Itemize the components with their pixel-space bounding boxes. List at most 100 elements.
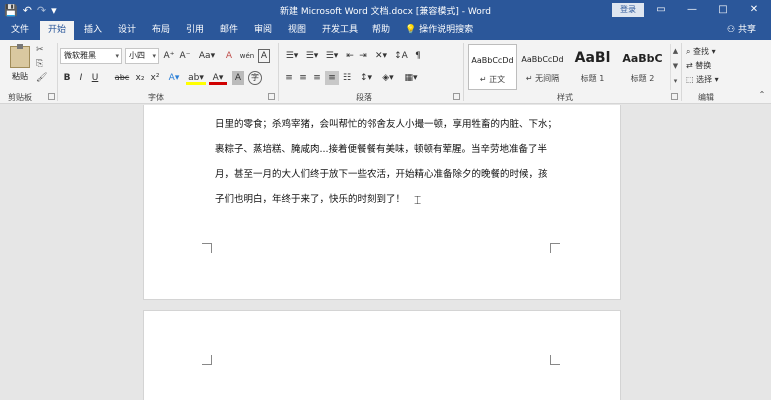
chevron-down-icon: ▾ — [152, 52, 156, 60]
phonetic-guide-button[interactable]: wén — [238, 49, 256, 63]
font-color-button[interactable]: A▾ — [209, 71, 227, 85]
distributed-button[interactable]: ☷ — [341, 71, 353, 85]
tab-design[interactable]: 设计 — [112, 21, 142, 40]
align-left-button[interactable]: ≡ — [283, 71, 295, 85]
ribbon-tabs: 文件 开始 插入 设计 布局 引用 邮件 审阅 视图 开发工具 帮助 💡 操作说… — [0, 21, 771, 40]
font-name-dropdown[interactable]: 微软雅黑 ▾ — [60, 48, 122, 64]
bullets-button[interactable]: ☰▾ — [283, 49, 301, 63]
style-name: ↵ 正文 — [479, 75, 506, 84]
style-normal[interactable]: AaBbCcDd ↵ 正文 — [468, 44, 517, 90]
subscript-button[interactable]: x₂ — [133, 71, 147, 85]
borders-button[interactable]: ▦▾ — [401, 71, 421, 85]
document-line: 月，甚至一月的大人们终于放下一些农活，开始精心准备除夕的晚餐的时候，孩 — [215, 169, 548, 180]
sort-button[interactable]: ↕A — [393, 49, 409, 63]
tab-insert[interactable]: 插入 — [78, 21, 108, 40]
clipboard-launcher-icon[interactable] — [48, 93, 55, 100]
share-button[interactable]: ⚇ 共享 — [727, 21, 756, 40]
minimize-icon[interactable]: — — [686, 2, 698, 18]
person-icon: ⚇ — [727, 25, 738, 35]
tab-file[interactable]: 文件 — [4, 21, 36, 40]
style-heading-2[interactable]: AaBbC 标题 2 — [618, 44, 667, 90]
tab-view[interactable]: 视图 — [282, 21, 312, 40]
styles-launcher-icon[interactable] — [671, 93, 678, 100]
change-case-button[interactable]: Aa▾ — [196, 49, 218, 63]
group-divider — [57, 43, 58, 101]
margin-corner-mark — [550, 355, 560, 365]
tab-help[interactable]: 帮助 — [366, 21, 396, 40]
tab-mailings[interactable]: 邮件 — [214, 21, 244, 40]
clipboard-group-label: 剪贴板 — [8, 93, 32, 102]
margin-corner-mark — [202, 355, 212, 365]
style-heading-1[interactable]: AaBl 标题 1 — [568, 44, 617, 90]
style-sample: AaBl — [574, 50, 611, 66]
select-button[interactable]: ⬚ 选择 ▾ — [686, 73, 719, 86]
font-launcher-icon[interactable] — [268, 93, 275, 100]
font-size-dropdown[interactable]: 小四 ▾ — [125, 48, 159, 64]
document-canvas[interactable]: 日里的零食；杀鸡宰猪，会叫帮忙的邻舍友人小撮一顿，享用牲畜的内脏、下水； 裹粽子… — [0, 105, 771, 400]
style-name: 标题 2 — [630, 74, 655, 83]
line-spacing-button[interactable]: ↕▾ — [357, 71, 375, 85]
align-center-button[interactable]: ≡ — [297, 71, 309, 85]
scroll-up-icon[interactable]: ▲ — [671, 44, 680, 59]
group-divider — [278, 43, 279, 101]
style-no-spacing[interactable]: AaBbCcDd ↵ 无间隔 — [518, 44, 567, 90]
font-size-value: 小四 — [129, 51, 145, 60]
ribbon-display-icon[interactable]: ▭ — [655, 2, 667, 18]
group-divider — [463, 43, 464, 101]
style-name: ↵ 无间隔 — [525, 74, 560, 83]
more-styles-icon[interactable]: ▾ — [671, 74, 680, 89]
document-line: 日里的零食；杀鸡宰猪，会叫帮忙的邻舍友人小撮一顿，享用牲畜的内脏、下水； — [215, 119, 558, 130]
character-shading-button[interactable]: A — [232, 71, 244, 85]
tab-developer[interactable]: 开发工具 — [318, 21, 362, 40]
increase-indent-button[interactable]: ⇥ — [357, 49, 369, 63]
editing-group-label: 编辑 — [698, 93, 714, 102]
show-marks-button[interactable]: ¶ — [412, 49, 424, 63]
italic-button[interactable]: I — [75, 71, 87, 85]
numbering-button[interactable]: ☰▾ — [303, 49, 321, 63]
paste-label: 粘贴 — [12, 72, 28, 81]
lightbulb-icon: 💡 — [405, 25, 420, 35]
collapse-ribbon-icon[interactable]: ⌃ — [757, 88, 767, 102]
underline-button[interactable]: U — [89, 71, 101, 85]
window-controls: ▭ — □ ✕ — [655, 2, 760, 18]
shrink-font-button[interactable]: A⁻ — [178, 49, 192, 63]
maximize-icon[interactable]: □ — [717, 2, 729, 18]
replace-button[interactable]: ⇄ 替换 — [686, 59, 711, 72]
paragraph-group-label: 段落 — [356, 93, 372, 102]
superscript-button[interactable]: x² — [148, 71, 162, 85]
multilevel-list-button[interactable]: ☰▾ — [323, 49, 341, 63]
chinese-layout-button[interactable]: ✕▾ — [372, 49, 390, 63]
character-border-button[interactable]: A — [258, 49, 270, 63]
tab-layout[interactable]: 布局 — [146, 21, 176, 40]
tab-review[interactable]: 审阅 — [248, 21, 278, 40]
styles-group-label: 样式 — [557, 93, 573, 102]
font-group-label: 字体 — [148, 93, 164, 102]
cut-icon[interactable]: ✂ — [36, 45, 44, 55]
justify-button[interactable]: ≡ — [325, 71, 339, 85]
paragraph-launcher-icon[interactable] — [453, 93, 460, 100]
strikethrough-button[interactable]: abc — [113, 71, 131, 85]
tab-references[interactable]: 引用 — [180, 21, 210, 40]
replace-icon: ⇄ — [686, 61, 696, 70]
grow-font-button[interactable]: A⁺ — [162, 49, 176, 63]
style-name: 标题 1 — [580, 74, 605, 83]
scroll-down-icon[interactable]: ▼ — [671, 59, 680, 74]
find-button[interactable]: ⌕ 查找 ▾ — [686, 45, 716, 58]
clear-formatting-button[interactable]: A — [222, 49, 236, 63]
decrease-indent-button[interactable]: ⇤ — [344, 49, 356, 63]
align-right-button[interactable]: ≡ — [311, 71, 323, 85]
copy-icon[interactable]: ⎘ — [36, 59, 43, 69]
highlight-color-button[interactable]: ab▾ — [186, 71, 206, 85]
paste-button[interactable]: 粘贴 — [6, 44, 34, 90]
text-effects-button[interactable]: A▾ — [166, 71, 182, 85]
tell-me-search[interactable]: 💡 操作说明搜索 — [405, 21, 473, 40]
bold-button[interactable]: B — [61, 71, 73, 85]
shading-button[interactable]: ◈▾ — [379, 71, 397, 85]
close-icon[interactable]: ✕ — [748, 2, 760, 18]
replace-label: 替换 — [695, 61, 712, 70]
login-button[interactable]: 登录 — [612, 3, 644, 17]
format-painter-icon[interactable]: 🖌 — [36, 73, 47, 83]
select-label: 选择 ▾ — [696, 75, 719, 84]
tab-home[interactable]: 开始 — [40, 21, 74, 40]
enclose-characters-button[interactable]: 字 — [248, 71, 262, 85]
